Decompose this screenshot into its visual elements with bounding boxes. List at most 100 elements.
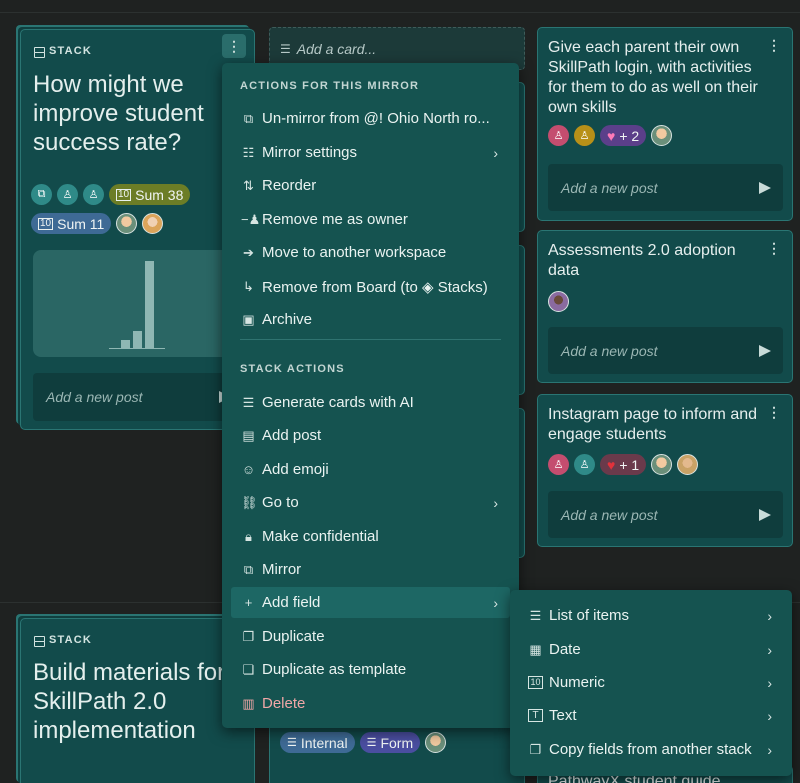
menu-item-mirror-settings[interactable]: ☷ Mirror settings › bbox=[231, 137, 510, 168]
add-card-label: Add a card... bbox=[296, 40, 377, 57]
card[interactable]: Assessments 2.0 adoption data Add a new … bbox=[537, 230, 793, 383]
emoji-chip[interactable]: ♥ + 2 bbox=[600, 125, 647, 146]
mirror-icon: ⧉ bbox=[243, 110, 254, 126]
stack-icon bbox=[34, 47, 43, 56]
card-menu-button[interactable]: ⋮ bbox=[762, 236, 786, 260]
submenu-item-list[interactable]: ☰ List of items › bbox=[518, 600, 784, 631]
add-post-input[interactable]: Add a new post bbox=[548, 164, 783, 211]
avatar[interactable] bbox=[677, 454, 699, 475]
submenu-item-text[interactable]: T Text › bbox=[518, 700, 784, 731]
comment-icon: ▤ bbox=[242, 427, 255, 443]
submenu-item-date[interactable]: ▦ Date › bbox=[518, 634, 784, 665]
chevron-right-icon: › bbox=[493, 594, 498, 611]
chart-bar bbox=[133, 331, 142, 349]
heart-icon: ♥ bbox=[607, 456, 616, 473]
menu-item-reorder[interactable]: ⇅ Reorder bbox=[231, 170, 510, 201]
list-icon: ☰ bbox=[366, 737, 377, 749]
avatar[interactable] bbox=[651, 454, 673, 475]
menu-item-duplicate-template[interactable]: ❏ Duplicate as template bbox=[231, 654, 510, 685]
menu-item-delete[interactable]: ▥ Delete bbox=[231, 688, 510, 719]
duplicate-icon: ❐ bbox=[242, 628, 255, 644]
stack-fields-row-1: ⧉ ♙ ♙ 10 Sum 38 bbox=[31, 184, 191, 205]
menu-item-label: Un-mirror from @! Ohio North ro... bbox=[262, 110, 490, 127]
owner-field-icon[interactable]: ♙ bbox=[57, 184, 78, 205]
numeric-icon: 10 bbox=[528, 676, 543, 689]
sum-chip-label: Sum 11 bbox=[57, 215, 105, 232]
send-icon[interactable] bbox=[759, 181, 771, 194]
plus-icon: + bbox=[244, 595, 253, 610]
card-fields: ☰ Internal ☰ Form bbox=[280, 732, 447, 753]
sum-chip[interactable]: 10 Sum 11 bbox=[31, 213, 112, 234]
stack-fields-row-2: 10 Sum 11 bbox=[31, 213, 164, 234]
heart-icon: ♥ bbox=[607, 127, 616, 144]
emoji-chip-count: + 2 bbox=[619, 127, 640, 144]
person-field-icon[interactable]: ♙ bbox=[548, 454, 569, 475]
stack-card-top[interactable]: STACK How might we improve student succe… bbox=[20, 29, 255, 430]
card-menu-button[interactable]: ⋮ bbox=[762, 400, 786, 424]
internal-chip[interactable]: ☰ Internal bbox=[280, 732, 355, 753]
add-post-input[interactable]: Add a new post bbox=[548, 491, 783, 538]
menu-item-go-to[interactable]: ⛓ Go to › bbox=[231, 487, 510, 518]
form-chip[interactable]: ☰ Form bbox=[359, 732, 421, 753]
add-post-input[interactable]: Add a new post bbox=[33, 373, 243, 421]
menu-item-duplicate[interactable]: ❐ Duplicate bbox=[231, 621, 510, 652]
menu-item-mirror[interactable]: ⧉ Mirror bbox=[231, 554, 510, 585]
submenu-item-label: Text bbox=[549, 707, 577, 724]
chart-bar bbox=[145, 261, 154, 349]
menu-item-remove-owner[interactable]: −♟ Remove me as owner bbox=[231, 204, 510, 235]
card[interactable]: Give each parent their own SkillPath log… bbox=[537, 27, 793, 221]
submenu-item-copy-fields[interactable]: ❐ Copy fields from another stack › bbox=[518, 734, 784, 765]
menu-item-add-emoji[interactable]: ☺ Add emoji bbox=[231, 454, 510, 485]
stack-title: Build materials for SkillPath 2.0 implem… bbox=[33, 659, 226, 744]
mirror-icon: ⧉ bbox=[243, 561, 254, 577]
stack-label: STACK bbox=[34, 634, 92, 646]
menu-item-unmirror[interactable]: ⧉ Un-mirror from @! Ohio North ro... bbox=[231, 103, 510, 134]
stack-card-bottom[interactable]: STACK Build materials for SkillPath 2.0 … bbox=[20, 618, 255, 783]
menu-item-archive[interactable]: ▣ Archive bbox=[231, 304, 510, 335]
stack-menu-button[interactable]: ⋮ bbox=[222, 34, 246, 58]
stack-title: How might we improve student success rat… bbox=[33, 71, 204, 156]
person-field-icon[interactable]: ♙ bbox=[574, 454, 595, 475]
top-divider bbox=[0, 12, 800, 13]
avatar[interactable] bbox=[142, 213, 164, 234]
sum-chip[interactable]: 10 Sum 38 bbox=[109, 184, 191, 205]
send-icon[interactable] bbox=[759, 508, 771, 521]
lock-icon: 🔒︎ bbox=[245, 528, 252, 544]
person-field-icon[interactable]: ♙ bbox=[548, 125, 569, 146]
chevron-right-icon: › bbox=[767, 741, 772, 758]
emoji-chip-count: + 1 bbox=[619, 456, 640, 473]
emoji-chip[interactable]: ♥ + 1 bbox=[600, 454, 647, 475]
menu-item-label: Archive bbox=[262, 311, 313, 328]
stack-icon bbox=[34, 636, 43, 645]
submenu-item-label: Numeric bbox=[549, 674, 605, 691]
menu-item-remove-from-board[interactable]: ↳ Remove from Board (to ◈ Stacks) bbox=[231, 271, 510, 302]
user-minus-icon: −♟ bbox=[241, 211, 261, 227]
send-icon[interactable] bbox=[759, 344, 771, 357]
menu-item-label: Duplicate as template bbox=[262, 661, 407, 678]
mirror-field-icon[interactable]: ⧉ bbox=[31, 184, 52, 205]
person-field-icon[interactable]: ♙ bbox=[574, 125, 595, 146]
add-post-input[interactable]: Add a new post bbox=[548, 327, 783, 374]
menu-item-move-workspace[interactable]: ➔ Move to another workspace bbox=[231, 237, 510, 268]
submenu-item-numeric[interactable]: 10 Numeric › bbox=[518, 667, 784, 698]
menu-item-label: Mirror bbox=[262, 561, 302, 578]
menu-item-add-post[interactable]: ▤ Add post bbox=[231, 420, 510, 451]
card-fields bbox=[548, 291, 569, 312]
menu-item-confidential[interactable]: 🔒︎ Make confidential bbox=[231, 521, 510, 552]
menu-item-generate-ai[interactable]: ☰ Generate cards with AI bbox=[231, 387, 510, 418]
card-menu-button[interactable]: ⋮ bbox=[762, 33, 786, 57]
menu-item-add-field[interactable]: + Add field › bbox=[231, 587, 510, 618]
menu-item-label: Add post bbox=[262, 427, 322, 444]
card[interactable]: Instagram page to inform and engage stud… bbox=[537, 394, 793, 547]
avatar[interactable] bbox=[651, 125, 673, 146]
menu-item-label: Remove from Board (to ◈ Stacks) bbox=[262, 278, 488, 296]
avatar[interactable] bbox=[548, 291, 569, 312]
stack-label: STACK bbox=[34, 45, 92, 57]
internal-chip-label: Internal bbox=[300, 734, 348, 751]
person-field-icon[interactable]: ♙ bbox=[83, 184, 104, 205]
chevron-right-icon: › bbox=[767, 707, 772, 724]
bar-chart bbox=[33, 250, 243, 357]
avatar[interactable] bbox=[116, 213, 138, 234]
avatar[interactable] bbox=[425, 732, 447, 753]
chevron-right-icon: › bbox=[767, 641, 772, 658]
